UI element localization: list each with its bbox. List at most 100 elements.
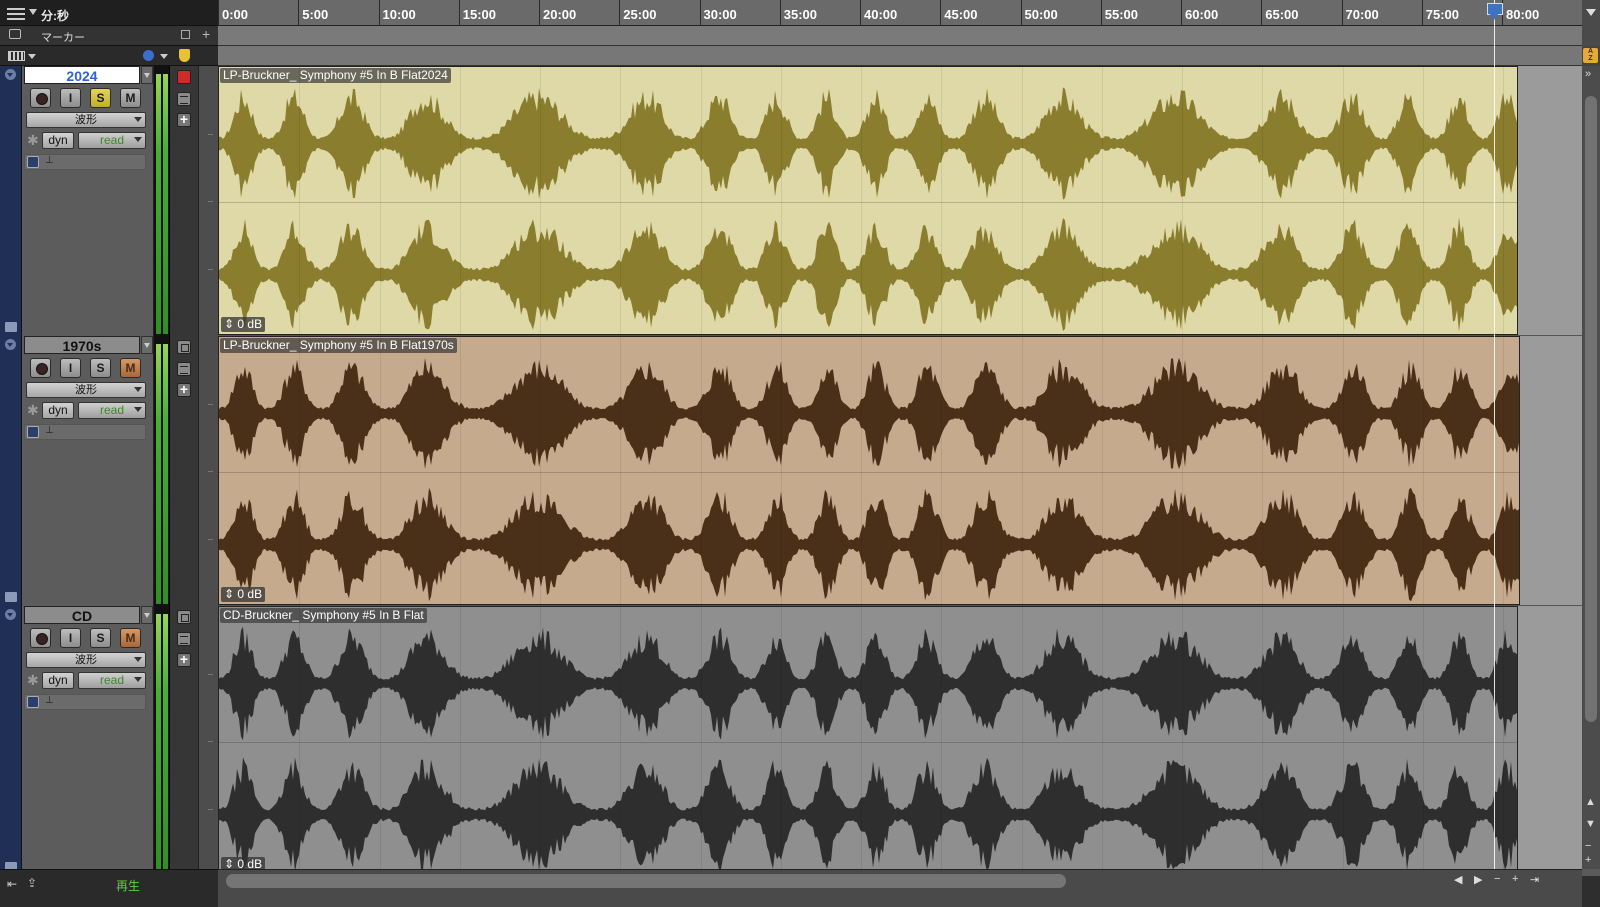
- plus-icon[interactable]: +: [177, 382, 191, 397]
- track-view-selector[interactable]: 波形: [26, 382, 146, 398]
- collapse-icon[interactable]: [5, 609, 16, 620]
- timebase-icon[interactable]: [27, 426, 39, 438]
- grid-line: [780, 67, 782, 334]
- mute-button[interactable]: M: [120, 628, 141, 648]
- list-icon[interactable]: [177, 632, 191, 646]
- input-monitor-button[interactable]: I: [60, 358, 81, 378]
- track-lane[interactable]: LP-Bruckner_ Symphony #5 In B Flat1970s …: [218, 336, 1582, 606]
- record-enable-button[interactable]: [30, 88, 51, 108]
- scroll-down-icon[interactable]: ▼: [1585, 818, 1596, 830]
- zoom-out-icon[interactable]: −: [1585, 840, 1591, 852]
- columns-icon[interactable]: [8, 51, 25, 61]
- chevron-down-icon[interactable]: [160, 54, 168, 59]
- collapse-icon[interactable]: [5, 339, 16, 350]
- window-icon[interactable]: [177, 610, 191, 624]
- track-name[interactable]: CD: [24, 606, 140, 624]
- export-icon[interactable]: ⇪: [27, 876, 37, 890]
- track-resize-icon[interactable]: [5, 322, 17, 332]
- mute-button[interactable]: M: [120, 358, 141, 378]
- ruler-tick: 30:00: [699, 0, 737, 26]
- timeline-ruler[interactable]: 0:00 5:00 10:00 15:00 20:00 25:00 30:00 35:00 40…: [218, 0, 1582, 26]
- track-name[interactable]: 1970s: [24, 336, 140, 354]
- track-io-row[interactable]: ⊥: [24, 154, 146, 170]
- grid-line: [1262, 67, 1264, 334]
- horizontal-scrollbar[interactable]: ◀ ▶ − + ⇥: [218, 869, 1582, 907]
- track-lane[interactable]: LP-Bruckner_ Symphony #5 In B Flat2024 ⇕…: [218, 66, 1582, 336]
- solo-button[interactable]: S: [90, 88, 111, 108]
- track-io-row[interactable]: ⊥: [24, 424, 146, 440]
- list-icon[interactable]: [177, 92, 191, 106]
- gutter-tick: [208, 808, 213, 810]
- collapse-icon[interactable]: [5, 69, 16, 80]
- dyn-button[interactable]: dyn: [42, 672, 74, 689]
- track-name[interactable]: 2024: [24, 66, 140, 84]
- input-monitor-button[interactable]: I: [60, 88, 81, 108]
- track-resize-icon[interactable]: [5, 592, 17, 602]
- track-name-menu-icon[interactable]: [141, 66, 153, 84]
- pro-tools-edit-window: 分:秒 0:00 5:00 10:00 15:00 20:00 25:00 30:00 35:…: [0, 0, 1600, 907]
- scroll-right-icon[interactable]: ▶: [1474, 873, 1482, 886]
- chevron-down-icon[interactable]: [28, 54, 36, 59]
- zoom-in-icon[interactable]: +: [1585, 854, 1591, 866]
- window-icon[interactable]: [181, 30, 190, 39]
- track-view-selector[interactable]: 波形: [26, 652, 146, 668]
- ruler-scroll-end[interactable]: [1582, 0, 1600, 26]
- gain-icon: ⇕: [224, 317, 238, 331]
- input-monitor-button[interactable]: I: [60, 628, 81, 648]
- ruler-tick-label: 35:00: [783, 7, 817, 22]
- grid-line: [1021, 67, 1023, 334]
- marker-ruler[interactable]: [218, 26, 1582, 46]
- track-view-selector[interactable]: 波形: [26, 112, 146, 128]
- horizontal-scroll-thumb[interactable]: [226, 874, 1066, 888]
- dyn-button[interactable]: dyn: [42, 132, 74, 149]
- automation-mode-selector[interactable]: read: [78, 132, 146, 149]
- plus-icon[interactable]: +: [177, 652, 191, 667]
- audio-clip[interactable]: LP-Bruckner_ Symphony #5 In B Flat1970s …: [218, 336, 1520, 605]
- pin-icon: ⊥: [45, 155, 54, 166]
- playhead-marker[interactable]: [1486, 3, 1503, 20]
- ruler-tick: 10:00: [378, 0, 416, 26]
- fit-icon[interactable]: ⇥: [1530, 873, 1539, 886]
- grid-line: [299, 337, 301, 604]
- mute-button[interactable]: M: [120, 88, 141, 108]
- az-sort-icon[interactable]: AZ: [1583, 48, 1598, 63]
- list-icon[interactable]: [177, 362, 191, 376]
- record-icon[interactable]: [177, 70, 191, 84]
- vertical-scrollbar[interactable]: » ▲ ▼ − +: [1582, 66, 1600, 869]
- timebase-icon[interactable]: [27, 696, 39, 708]
- track-io-row[interactable]: ⊥: [24, 694, 146, 710]
- add-marker-icon[interactable]: +: [202, 26, 210, 42]
- solo-button[interactable]: S: [90, 358, 111, 378]
- dyn-button[interactable]: dyn: [42, 402, 74, 419]
- automation-mode-selector[interactable]: read: [78, 672, 146, 689]
- clip-gain[interactable]: ⇕ 0 dB: [221, 587, 266, 602]
- audio-clip[interactable]: LP-Bruckner_ Symphony #5 In B Flat2024 ⇕…: [218, 66, 1518, 335]
- clock-icon[interactable]: [143, 50, 154, 61]
- ruler-label[interactable]: 分:秒: [41, 7, 69, 24]
- record-enable-button[interactable]: [30, 628, 51, 648]
- plus-icon[interactable]: +: [177, 112, 191, 127]
- zoom-in-icon[interactable]: +: [1512, 873, 1518, 885]
- track-lane[interactable]: CD-Bruckner_ Symphony #5 In B Flat ⇕ 0 d…: [218, 606, 1582, 876]
- scroll-up-icon[interactable]: ▲: [1585, 796, 1596, 808]
- waveform-channel-1: [219, 626, 1517, 741]
- shield-icon[interactable]: [179, 49, 190, 62]
- go-to-start-icon[interactable]: ⇤: [7, 877, 17, 891]
- grid-line: [620, 67, 622, 334]
- hamburger-icon[interactable]: [7, 8, 25, 20]
- track-name-menu-icon[interactable]: [141, 606, 153, 624]
- automation-mode-selector[interactable]: read: [78, 402, 146, 419]
- track-name-menu-icon[interactable]: [141, 336, 153, 354]
- scroll-left-icon[interactable]: ◀: [1454, 873, 1462, 886]
- grid-line: [620, 607, 622, 874]
- record-enable-button[interactable]: [30, 358, 51, 378]
- vertical-scroll-thumb[interactable]: [1585, 96, 1597, 722]
- zoom-out-icon[interactable]: −: [1494, 873, 1500, 885]
- solo-button[interactable]: S: [90, 628, 111, 648]
- scroll-right-icon[interactable]: »: [1585, 68, 1591, 80]
- chevron-down-icon[interactable]: [29, 9, 37, 15]
- timebase-icon[interactable]: [27, 156, 39, 168]
- audio-clip[interactable]: CD-Bruckner_ Symphony #5 In B Flat ⇕ 0 d…: [218, 606, 1518, 875]
- clip-gain[interactable]: ⇕ 0 dB: [221, 317, 266, 332]
- window-icon[interactable]: [177, 340, 191, 354]
